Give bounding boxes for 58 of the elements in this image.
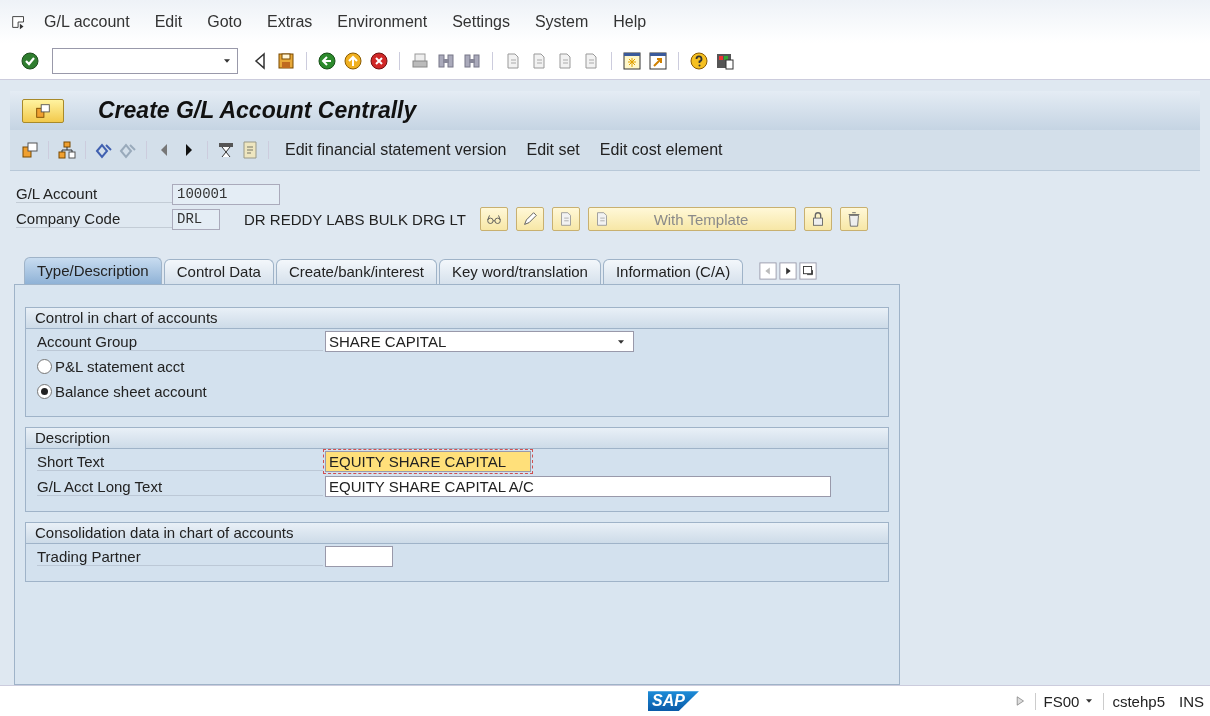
field-label: G/L Acct Long Text <box>37 478 323 496</box>
account-field[interactable]: 100001 <box>172 183 280 205</box>
tab[interactable]: Key word/translation <box>439 259 601 285</box>
edit-button[interactable] <box>516 207 544 232</box>
scroll-right-icon[interactable] <box>779 261 798 280</box>
tab[interactable]: Information (C/A) <box>602 259 744 285</box>
screen-title: Create G/L Account Centrally <box>98 97 417 125</box>
field-label: Account Group <box>37 333 323 351</box>
text-field[interactable] <box>325 546 393 568</box>
menu-item[interactable]: Extras <box>266 12 313 31</box>
layout-icon[interactable] <box>715 51 735 72</box>
menu-button[interactable] <box>22 98 64 123</box>
tab[interactable]: Create/bank/interest <box>275 259 437 285</box>
hierarchy-icon[interactable] <box>57 140 77 161</box>
toolbar-button[interactable]: Edit set <box>518 139 588 162</box>
check-icon[interactable] <box>20 51 40 72</box>
menu-item[interactable]: Environment <box>337 12 428 31</box>
logo: SAP <box>648 691 699 712</box>
new-window-icon[interactable] <box>622 51 642 72</box>
radio-button[interactable] <box>37 359 52 375</box>
delete-button[interactable] <box>840 207 868 232</box>
display-button[interactable] <box>480 207 508 232</box>
toolbar-button[interactable]: Edit cost element <box>591 139 731 162</box>
lock-button[interactable] <box>804 207 832 232</box>
help-icon[interactable] <box>689 51 709 72</box>
radio-label: Balance sheet account <box>55 383 207 401</box>
tab[interactable]: Type/Description <box>24 257 162 285</box>
toolbar-button[interactable]: Edit financial statement version <box>277 139 515 162</box>
create-button[interactable] <box>552 207 580 232</box>
input-mode: INS <box>1179 692 1205 710</box>
text-field[interactable]: EQUITY SHARE CAPITAL A/C <box>325 476 831 498</box>
group-title: Description <box>26 428 888 450</box>
save-icon[interactable] <box>276 51 296 72</box>
company-name: DR REDDY LABS BULK DRG LT <box>244 210 466 228</box>
other-object-icon[interactable] <box>20 140 40 161</box>
text-field[interactable]: EQUITY SHARE CAPITAL <box>325 451 531 473</box>
company-code-field[interactable]: DRL <box>172 208 220 230</box>
tab[interactable]: Control Data <box>163 259 274 285</box>
menu-item[interactable]: System <box>534 12 589 31</box>
radio-button[interactable] <box>37 384 52 400</box>
screen-menu-icon <box>34 101 52 120</box>
radio-label: P&L statement acct <box>55 358 185 376</box>
menu-item[interactable]: G/L account <box>44 12 130 31</box>
tab-list-icon[interactable] <box>799 261 818 280</box>
cancel-icon[interactable] <box>369 51 389 72</box>
transaction-code[interactable]: FS00 <box>1034 692 1105 710</box>
group-title: Consolidation data in chart of accounts <box>26 523 888 545</box>
group-title: Control in chart of accounts <box>26 308 888 330</box>
menu-item[interactable]: Goto <box>207 12 242 31</box>
shortcut-icon[interactable] <box>648 51 668 72</box>
dropdown-field[interactable]: SHARE CAPITAL <box>325 331 634 353</box>
menu-item[interactable]: Help <box>613 12 647 31</box>
server-name: cstehp5 <box>1112 692 1166 710</box>
menu-item[interactable]: Settings <box>452 12 510 31</box>
command-field[interactable] <box>52 48 238 75</box>
menu-item[interactable]: Edit <box>154 12 183 31</box>
field-label: Short Text <box>37 453 323 471</box>
field-label: Trading Partner <box>37 548 323 566</box>
